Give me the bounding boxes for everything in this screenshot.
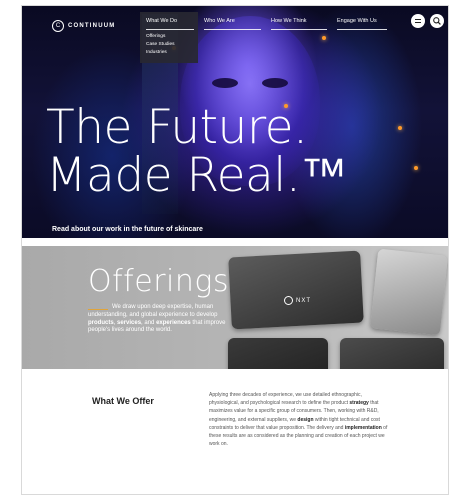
hero-light-spark [414,166,418,170]
what-we-offer-body: Applying three decades of experience, we… [209,391,389,448]
device-ring-icon [284,296,293,305]
offerings-device-image [228,338,328,369]
wwo-bold-design: design [297,416,314,423]
wwo-text-1: Applying three decades of experience, we… [209,392,362,407]
device-brand-label: NXT [284,296,311,305]
nav-underline [337,29,387,30]
offerings-device-image [228,250,364,330]
offerings-description: We draw upon deep expertise, human under… [88,304,228,335]
offerings-section: NXT Offerings We draw upon deep expertis… [22,246,448,369]
hero-title: The Future. Made Real.™ [46,104,347,200]
what-we-do-dropdown: Offerings Case Studies Industries [140,30,198,63]
logo-text: CONTINUUM [68,23,116,29]
search-icon[interactable] [430,14,444,28]
nav-icon-group [406,14,444,28]
offerings-title: Offerings [88,264,230,299]
nav-engage-with-us-label: Engage With Us [337,18,377,24]
hero-face-eye [212,78,238,88]
logo-mark-icon: C [52,20,64,32]
wwo-bold-implementation: implementation [344,424,382,431]
nav-who-we-are[interactable]: Who We Are [198,12,265,30]
hero-caption-link[interactable]: Read about our work in the future of ski… [52,226,203,233]
offerings-device-image [340,338,444,369]
hero-light-spark [398,126,402,130]
hero-title-line-2: Made Real.™ [46,148,347,203]
nav-how-we-think-label: How We Think [271,18,307,24]
menu-icon[interactable] [411,14,425,28]
nav-what-we-do[interactable]: What We Do [140,12,198,30]
continuum-logo[interactable]: C CONTINUUM [52,20,115,32]
main-nav: What We Do Who We Are How We Think Engag… [140,12,391,30]
hero-light-spark [322,36,326,40]
dropdown-item-offerings[interactable]: Offerings [140,33,198,41]
wwo-bold-strategy: strategy [349,400,369,407]
hero-face-eye [262,78,288,88]
offerings-bold-services: services [117,319,142,326]
hero-title-line-1: The Future. [46,100,308,155]
offerings-bold-experiences: experiences [156,319,191,326]
web-page: C CONTINUUM What We Do Who We Are How We… [21,5,449,495]
dropdown-item-industries[interactable]: Industries [140,49,198,57]
offerings-text-3: , and [141,319,157,326]
device-label-text: NXT [296,297,311,304]
offerings-bold-products: products [88,319,114,326]
nav-what-we-do-label: What We Do [146,18,178,24]
nav-underline [271,29,327,30]
hero-section: C CONTINUUM What We Do Who We Are How We… [22,6,448,238]
offerings-device-image [370,248,448,336]
what-we-offer-title: What We Offer [92,396,154,406]
browser-viewport: C CONTINUUM What We Do Who We Are How We… [0,0,454,496]
nav-underline [204,29,261,30]
dropdown-item-case-studies[interactable]: Case Studies [140,41,198,49]
nav-how-we-think[interactable]: How We Think [265,12,331,30]
nav-engage-with-us[interactable]: Engage With Us [331,12,391,30]
offerings-text-1: We draw upon deep expertise, human under… [88,304,218,318]
nav-who-we-are-label: Who We Are [204,18,235,24]
